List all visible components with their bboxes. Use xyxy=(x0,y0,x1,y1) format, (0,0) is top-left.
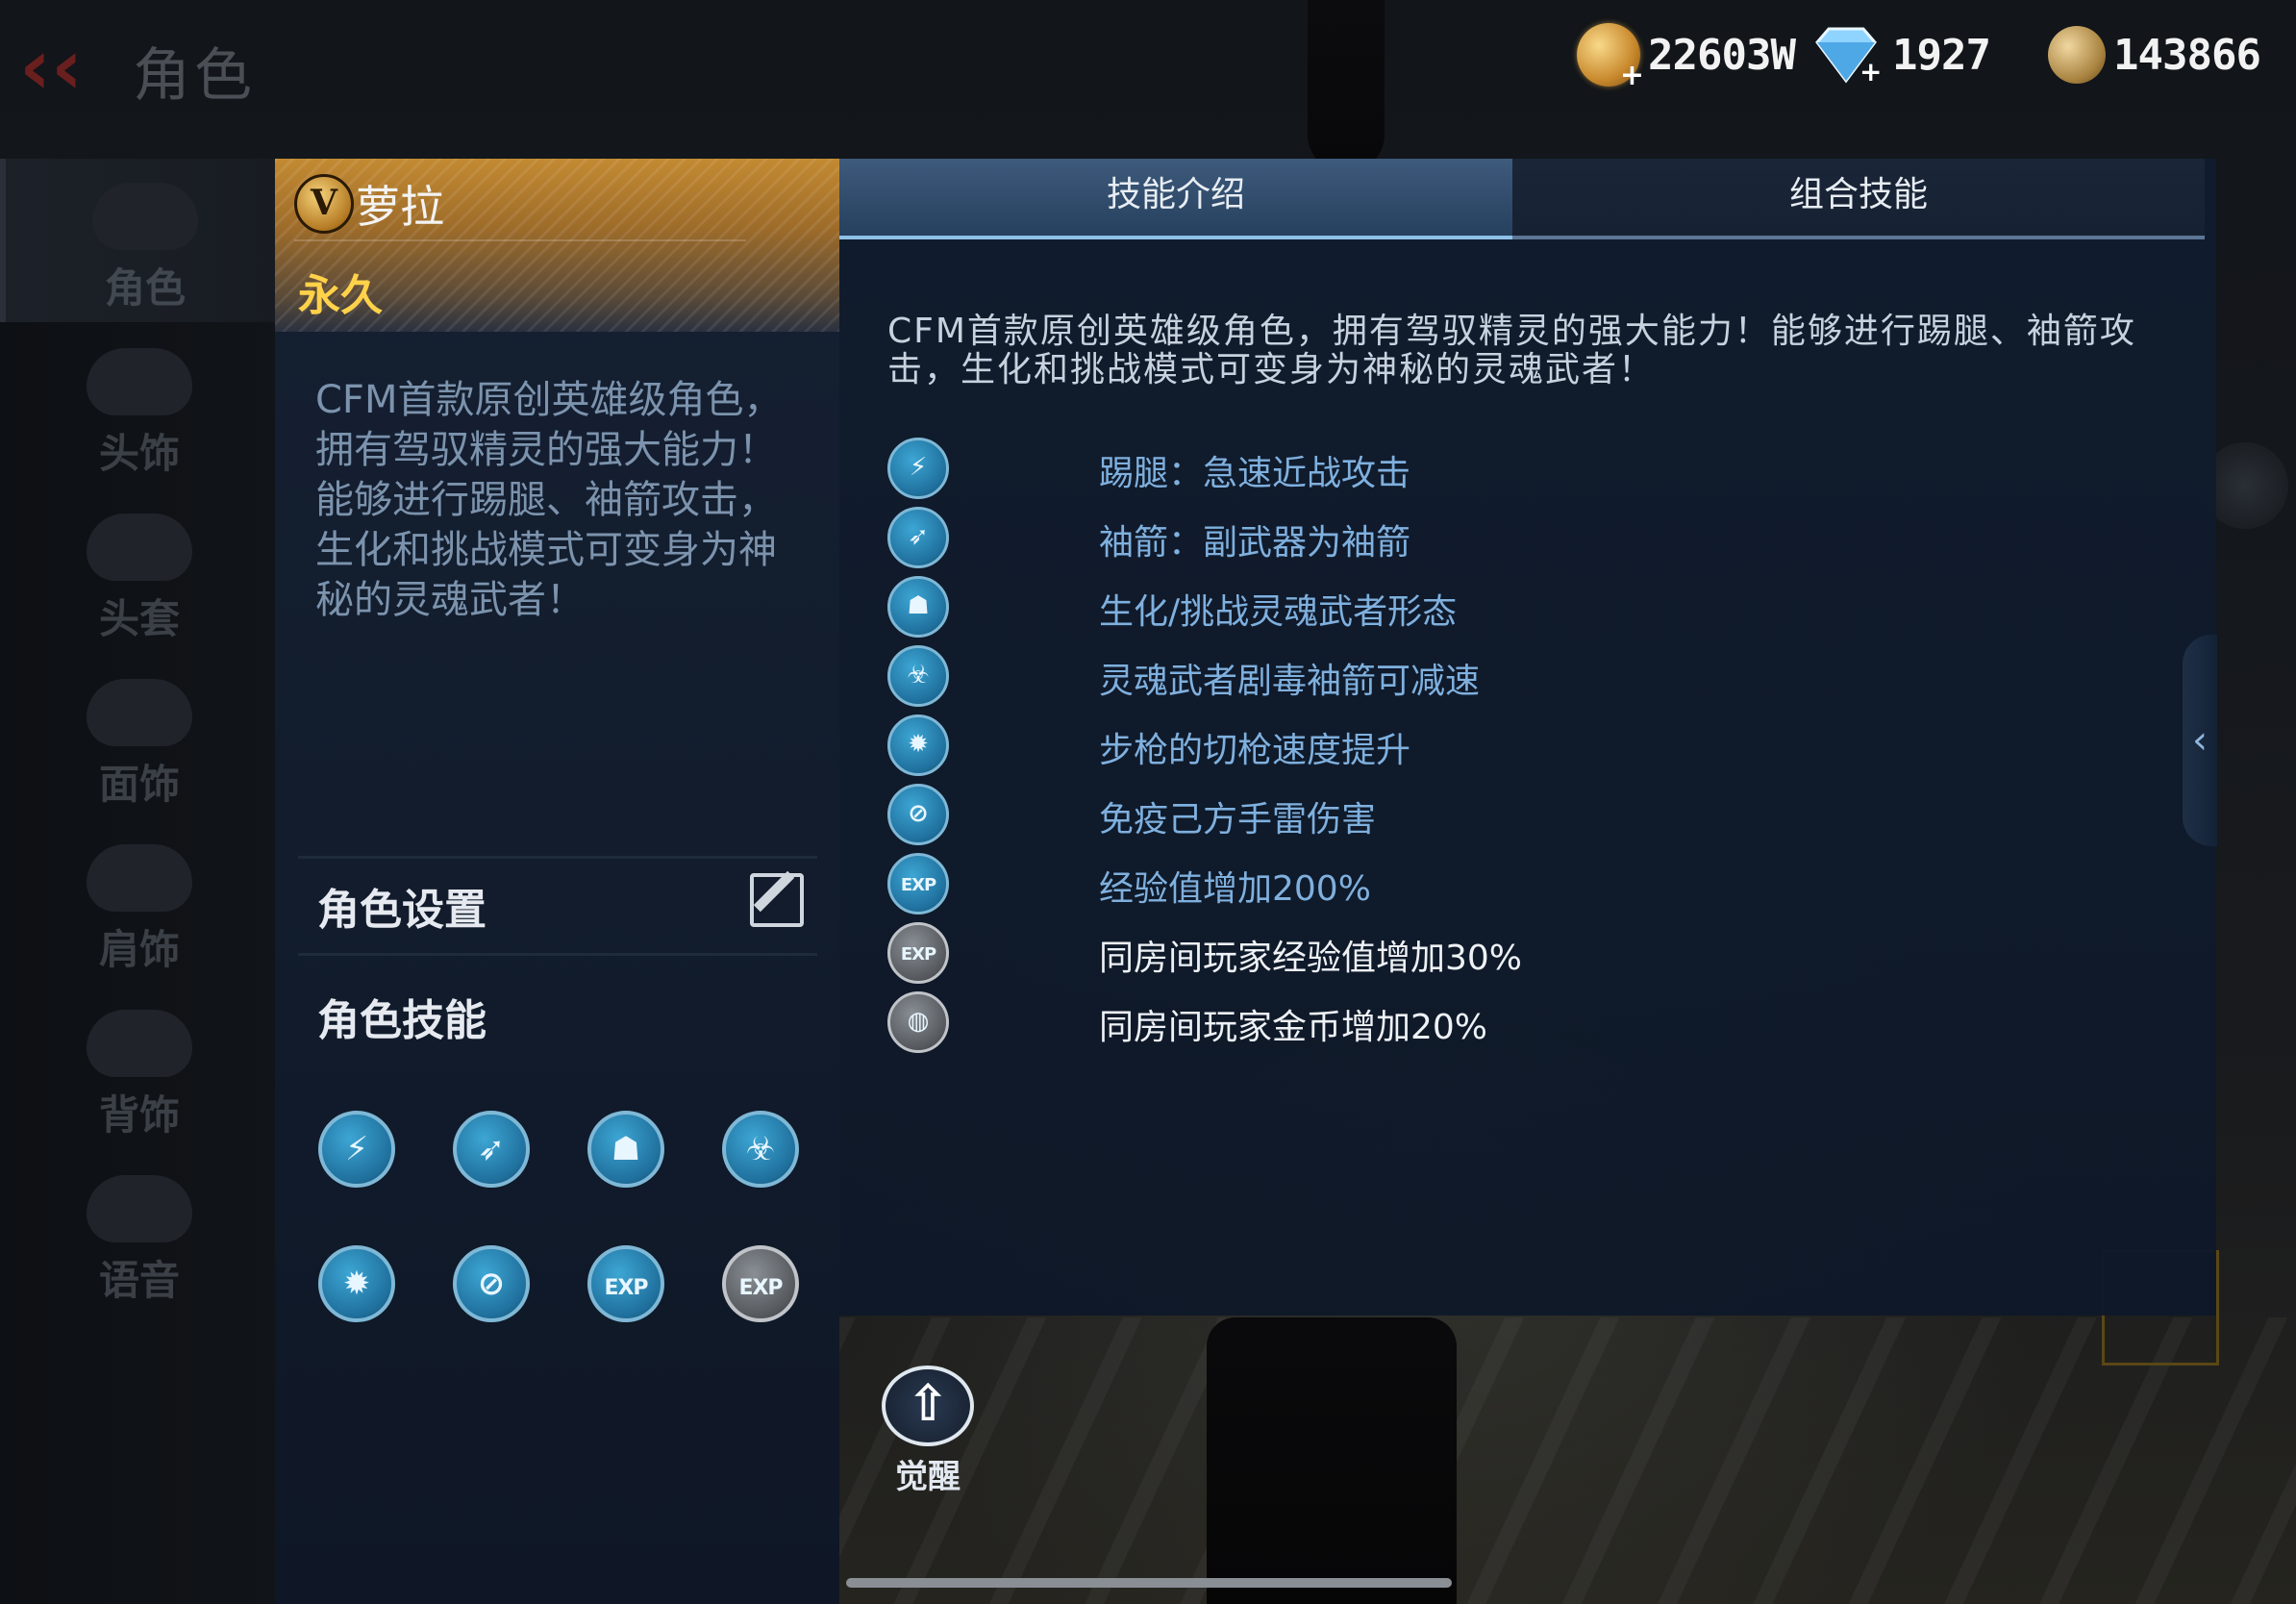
skill-row: ◍ 同房间玩家金币增加20% xyxy=(887,991,2137,1053)
exp-boost-icon[interactable]: EXP xyxy=(587,1245,664,1322)
skill-detail-panel: 技能介绍 组合技能 CFM首款原创英雄级角色，拥有驾驭精灵的强大能力！能够进行踢… xyxy=(839,159,2216,1316)
skill-row: ✹ 步枪的切枪速度提升 xyxy=(887,714,2137,776)
skill-description: 踢腿：急速近战攻击 xyxy=(1099,454,1411,493)
skill-description: 同房间玩家金币增加20% xyxy=(1099,1008,1488,1047)
sleeve-arrow-icon[interactable]: ➶ xyxy=(453,1111,530,1188)
room-exp-boost-icon[interactable]: EXP xyxy=(722,1245,799,1322)
page-title: 角色 xyxy=(133,42,256,110)
skill-row: ⚡ 踢腿：急速近战攻击 xyxy=(887,438,2137,499)
room-gold-boost-icon: ◍ xyxy=(887,991,949,1053)
kick-icon[interactable]: ⚡ xyxy=(318,1111,395,1188)
gold-currency[interactable]: + 22603W xyxy=(1577,21,1796,90)
character-description: CFM首款原创英雄级角色，拥有驾驭精灵的强大能力！能够进行踢腿、袖箭攻击，生化和… xyxy=(315,378,783,622)
character-duration: 永久 xyxy=(298,271,383,320)
back-arrow-icon[interactable]: ‹‹ xyxy=(19,29,96,106)
horizontal-scrollbar[interactable] xyxy=(846,1578,1452,1588)
character-card: V 萝拉 永久 CFM首款原创英雄级角色，拥有驾驭精灵的强大能力！能够进行踢腿、… xyxy=(275,159,839,1604)
skill-description: 经验值增加200% xyxy=(1099,869,1371,909)
awaken-button[interactable]: ⇧ 觉醒 xyxy=(875,1366,981,1496)
top-bar: ‹‹ 角色 + 22603W + 1927 143866 xyxy=(0,0,2296,135)
skill-row: ⊘ 免疫己方手雷伤害 xyxy=(887,784,2137,845)
sidebar-item-face[interactable]: 面饰 xyxy=(0,655,279,818)
back-accessory-icon xyxy=(87,1010,192,1077)
headgear-icon xyxy=(87,514,192,581)
sidebar-item-headgear[interactable]: 头套 xyxy=(0,489,279,653)
grenade-immune-icon: ⊘ xyxy=(887,784,949,845)
gold-coin-add-icon[interactable]: + xyxy=(1577,23,1644,90)
vip-badge-icon: V xyxy=(294,174,354,234)
skill-row: ☗ 生化/挑战灵魂武者形态 xyxy=(887,576,2137,638)
grenade-immune-icon[interactable]: ⊘ xyxy=(453,1245,530,1322)
upgrade-arrow-icon: ⇧ xyxy=(882,1366,974,1446)
character-skills-label: 角色技能 xyxy=(317,996,487,1045)
skill-row: ➶ 袖箭：副武器为袖箭 xyxy=(887,507,2137,568)
sidebar-item-character[interactable]: 角色 xyxy=(0,159,285,322)
sidebar-item-label: 角色 xyxy=(104,264,186,312)
voice-icon xyxy=(87,1175,192,1242)
skill-description: 同房间玩家经验值增加30% xyxy=(1099,939,1523,978)
kick-icon: ⚡ xyxy=(887,438,949,499)
rifle-switch-icon[interactable]: ✹ xyxy=(318,1245,395,1322)
svg-text:+: + xyxy=(1859,56,1882,85)
soul-warrior-icon[interactable]: ☗ xyxy=(587,1111,664,1188)
token-currency: 143866 xyxy=(2048,21,2261,88)
awaken-label: 觉醒 xyxy=(895,1458,961,1496)
sidebar-item-shoulder[interactable]: 肩饰 xyxy=(0,820,279,984)
diamond-currency[interactable]: + 1927 xyxy=(1808,21,1991,88)
sidebar-item-label: 肩饰 xyxy=(98,926,180,973)
crossed-swords-token-icon xyxy=(2048,26,2106,84)
poison-slow-icon: ☣ xyxy=(887,645,949,707)
soul-warrior-icon: ☗ xyxy=(887,576,949,638)
character-settings-label[interactable]: 角色设置 xyxy=(317,875,487,937)
character-name: 萝拉 xyxy=(356,181,444,233)
character-card-header: V 萝拉 永久 xyxy=(275,159,839,332)
floor-stripes xyxy=(836,1317,2296,1604)
skill-description: 灵魂武者剧毒袖箭可减速 xyxy=(1099,662,1481,701)
tab-bar: 技能介绍 组合技能 xyxy=(839,159,2205,239)
sidebar-item-headwear[interactable]: 头饰 xyxy=(0,324,279,488)
divider xyxy=(298,953,817,956)
skill-intro-text: CFM首款原创英雄级角色，拥有驾驭精灵的强大能力！能够进行踢腿、袖箭攻击，生化和… xyxy=(887,312,2136,389)
token-amount: 143866 xyxy=(2113,30,2261,80)
skill-description: 袖箭：副武器为袖箭 xyxy=(1099,523,1411,563)
skill-row: EXP 同房间玩家经验值增加30% xyxy=(887,922,2137,984)
room-exp-boost-icon: EXP xyxy=(887,922,949,984)
sidebar-item-label: 头套 xyxy=(98,595,180,642)
character-model-legs xyxy=(1207,1317,1457,1604)
sidebar-item-label: 语音 xyxy=(98,1257,180,1304)
diamond-amount: 1927 xyxy=(1892,30,1991,80)
sidebar-item-label: 背饰 xyxy=(98,1091,180,1139)
rifle-switch-icon: ✹ xyxy=(887,714,949,776)
diamond-add-icon[interactable]: + xyxy=(1808,25,1884,85)
headwear-icon xyxy=(87,348,192,415)
sleeve-arrow-icon: ➶ xyxy=(887,507,949,568)
skill-description: 生化/挑战灵魂武者形态 xyxy=(1099,592,1458,632)
sidebar-item-label: 面饰 xyxy=(98,761,180,808)
sidebar-item-back[interactable]: 背饰 xyxy=(0,986,279,1149)
skill-row: EXP 经验值增加200% xyxy=(887,853,2137,915)
skill-description: 步枪的切枪速度提升 xyxy=(1099,731,1411,770)
gold-amount: 22603W xyxy=(1648,30,1796,80)
header-divider xyxy=(294,239,746,241)
face-accessory-icon xyxy=(87,679,192,746)
sidebar-item-label: 头饰 xyxy=(98,430,180,477)
poison-slow-icon[interactable]: ☣ xyxy=(722,1111,799,1188)
shoulder-accessory-icon xyxy=(87,844,192,912)
skill-row: ☣ 灵魂武者剧毒袖箭可减速 xyxy=(887,645,2137,707)
divider xyxy=(298,856,817,859)
exp-boost-icon: EXP xyxy=(887,853,949,915)
collapse-panel-chevron-icon[interactable]: ‹ xyxy=(2183,635,2217,846)
category-sidebar: 角色 头饰 头套 面饰 肩饰 背饰 语音 xyxy=(0,159,285,1604)
skill-description: 免疫己方手雷伤害 xyxy=(1099,800,1377,840)
tab-combo-skills[interactable]: 组合技能 xyxy=(1512,159,2205,239)
tab-skill-intro[interactable]: 技能介绍 xyxy=(839,159,1512,239)
edit-icon[interactable] xyxy=(750,873,804,927)
character-icon xyxy=(92,183,198,250)
sidebar-item-voice[interactable]: 语音 xyxy=(0,1151,279,1315)
